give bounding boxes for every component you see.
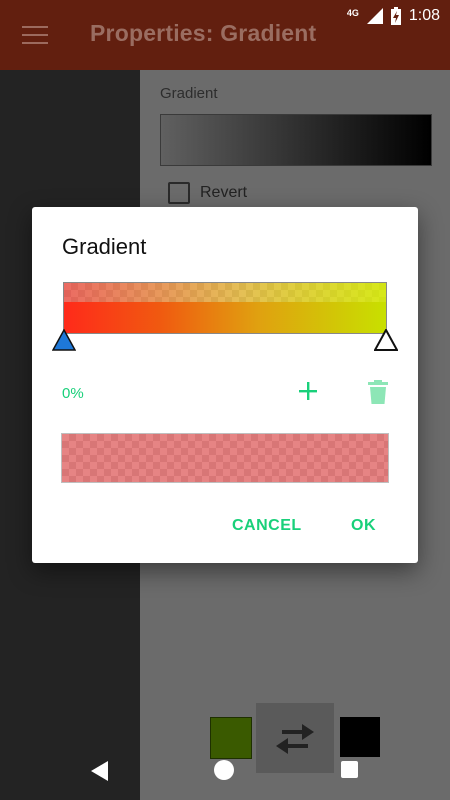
gradient-preview[interactable] xyxy=(160,114,432,166)
home-circle-icon[interactable] xyxy=(214,760,234,780)
gradient-color-strip xyxy=(64,302,386,333)
revert-checkbox[interactable] xyxy=(168,182,190,204)
revert-label: Revert xyxy=(200,184,248,201)
stop-color-tint xyxy=(62,434,388,482)
secondary-color-swatch[interactable] xyxy=(340,717,380,757)
gradient-dialog: Gradient 0% CANCEL OK xyxy=(32,207,418,563)
cancel-button[interactable]: CANCEL xyxy=(232,517,302,535)
status-bar: 4G 1:08 xyxy=(347,6,440,26)
gradient-editor-bar[interactable] xyxy=(63,282,387,334)
gradient-alpha-strip xyxy=(64,283,386,302)
clock: 1:08 xyxy=(408,7,440,24)
cell-signal-icon xyxy=(366,8,383,24)
recent-square-icon[interactable] xyxy=(341,761,358,778)
swap-colors-button[interactable] xyxy=(256,703,334,773)
page-title: Properties: Gradient xyxy=(90,20,317,46)
stop-color-swatch[interactable] xyxy=(61,433,389,483)
network-type: 4G xyxy=(346,8,359,18)
battery-charging-icon xyxy=(390,7,401,25)
app-bar: 4G 1:08 Properties: Gradient xyxy=(0,0,450,70)
gradient-stop-selected[interactable] xyxy=(52,329,76,351)
primary-color-swatch[interactable] xyxy=(210,717,252,759)
ok-button[interactable]: OK xyxy=(351,517,376,535)
swap-arrows-icon xyxy=(276,724,314,754)
stop-position-value: 0% xyxy=(62,385,84,402)
revert-row[interactable]: Revert xyxy=(168,182,247,204)
plus-icon[interactable] xyxy=(296,379,320,403)
dialog-title: Gradient xyxy=(62,234,147,259)
gradient-stop[interactable] xyxy=(374,329,398,351)
hamburger-menu-icon[interactable] xyxy=(22,26,48,46)
back-triangle-icon[interactable] xyxy=(90,760,110,782)
gradient-label: Gradient xyxy=(160,85,218,102)
trash-icon[interactable] xyxy=(367,379,389,405)
